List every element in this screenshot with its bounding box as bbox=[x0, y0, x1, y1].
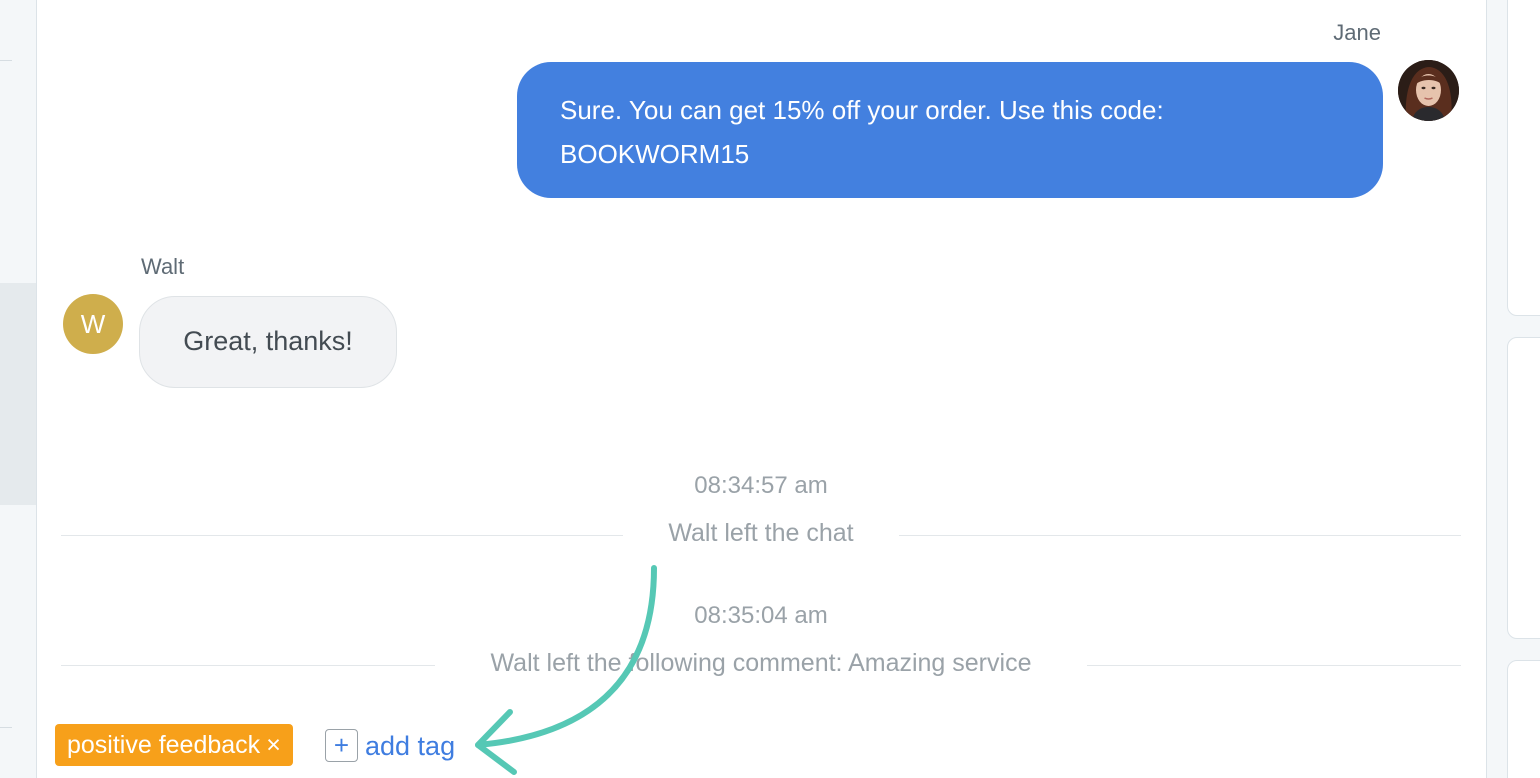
chat-transcript-view: Jane Sure. You can get 15% off your orde… bbox=[0, 0, 1540, 778]
tag-label: positive feedback bbox=[67, 731, 261, 759]
details-card bbox=[1507, 660, 1540, 778]
details-card bbox=[1507, 0, 1540, 316]
visitor-sender-name: Walt bbox=[141, 254, 185, 279]
sidebar-divider bbox=[0, 727, 12, 728]
event-message-text: Walt left the chat bbox=[658, 519, 864, 547]
visitor-avatar: W bbox=[63, 294, 123, 354]
right-details-panel bbox=[1486, 0, 1540, 778]
agent-message-text: Sure. You can get 15% off your order. Us… bbox=[560, 95, 1164, 125]
details-card bbox=[1507, 337, 1540, 639]
visitor-message-bubble: Great, thanks! bbox=[139, 296, 397, 388]
event-message-text: Walt left the following comment: Amazing… bbox=[480, 649, 1042, 677]
agent-sender-name: Jane bbox=[1333, 20, 1381, 45]
sidebar-active-item[interactable] bbox=[0, 283, 36, 505]
event-message: Walt left the following comment: Amazing… bbox=[61, 649, 1461, 678]
agent-message-bubble: Sure. You can get 15% off your order. Us… bbox=[517, 62, 1383, 198]
event-timestamp: 08:35:04 am bbox=[694, 602, 828, 629]
event-timestamp: 08:34:57 am bbox=[694, 472, 828, 499]
add-tag-plus-icon[interactable]: + bbox=[325, 729, 358, 762]
tag-remove-icon[interactable]: × bbox=[266, 731, 281, 759]
tag-chip[interactable]: positive feedback × bbox=[55, 724, 293, 766]
sidebar-divider bbox=[0, 60, 12, 61]
agent-photo-avatar-icon bbox=[1398, 60, 1459, 121]
event-message: Walt left the chat bbox=[61, 519, 1461, 548]
add-tag-link[interactable]: add tag bbox=[365, 726, 455, 766]
agent-avatar bbox=[1398, 60, 1459, 121]
left-sidebar bbox=[0, 0, 37, 778]
agent-message-code: BOOKWORM15 bbox=[560, 139, 750, 169]
